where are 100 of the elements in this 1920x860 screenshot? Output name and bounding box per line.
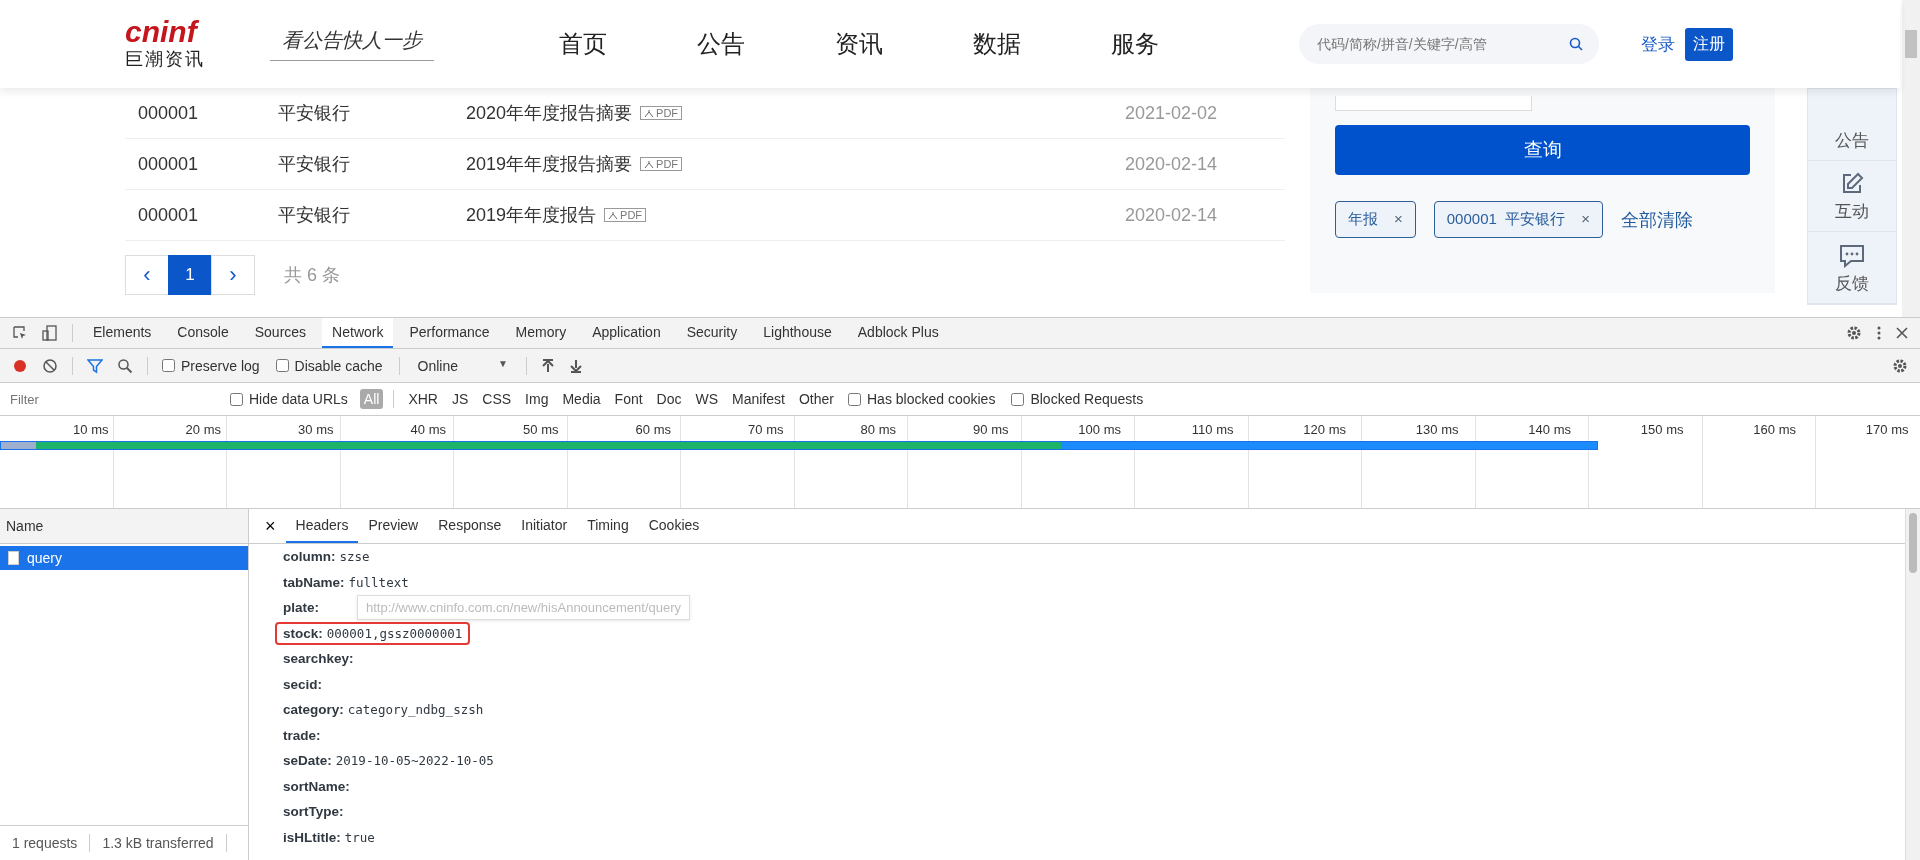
detail-tab[interactable]: Cookies <box>638 509 710 543</box>
clear-icon[interactable] <box>42 357 58 374</box>
devtools-tab[interactable]: Performance <box>399 318 500 348</box>
nav-link[interactable]: 服务 <box>1066 28 1204 60</box>
checkbox[interactable] <box>162 359 175 372</box>
type-filter-button[interactable]: Doc <box>652 389 686 409</box>
filter-tag[interactable]: 000001 平安银行 × <box>1433 201 1603 238</box>
checkbox[interactable] <box>1011 392 1025 406</box>
detail-tab[interactable]: Response <box>428 509 512 543</box>
throttling-dropdown[interactable]: Online <box>417 357 458 374</box>
nav-link[interactable]: 资讯 <box>790 28 928 60</box>
tick-label: 80 ms <box>859 421 897 437</box>
search-icon[interactable] <box>1569 37 1583 51</box>
announcement-link[interactable]: 2019年年度报告摘要 <box>466 152 633 176</box>
pdf-badge[interactable]: PDF <box>640 106 683 120</box>
checkbox[interactable] <box>275 359 289 372</box>
side-tool-item[interactable]: 互动 <box>1808 160 1896 233</box>
devtools-tab[interactable]: Network <box>322 318 394 348</box>
devtools-tab[interactable]: Elements <box>83 318 162 348</box>
form-field: searchkey: <box>275 647 362 671</box>
side-tool-item[interactable]: 公告 <box>1808 89 1896 161</box>
close-icon[interactable]: × <box>1394 210 1403 229</box>
detail-tab[interactable]: Timing <box>577 509 639 543</box>
tick-label: 70 ms <box>747 421 785 437</box>
tick-label: 170 ms <box>1864 421 1910 437</box>
request-row[interactable]: query <box>0 546 248 570</box>
record-icon[interactable] <box>12 357 28 374</box>
type-filter-button[interactable]: XHR <box>404 389 442 409</box>
checkbox[interactable] <box>848 392 861 406</box>
previous-page-button[interactable]: ‹ <box>125 255 169 295</box>
clear-all-link[interactable]: 全部清除 <box>1620 207 1693 232</box>
type-filter-button[interactable]: WS <box>691 389 723 409</box>
upload-icon[interactable] <box>540 358 555 373</box>
type-filter-button[interactable]: Img <box>521 389 553 409</box>
close-button[interactable]: × <box>255 515 286 537</box>
search-icon[interactable] <box>117 357 133 374</box>
devtools-tab[interactable]: Adblock Plus <box>847 318 949 348</box>
page-button[interactable]: 1 <box>168 255 212 295</box>
scrollbar[interactable] <box>1902 0 1920 317</box>
next-page-button[interactable]: › <box>211 255 255 295</box>
detail-tab[interactable]: Preview <box>358 509 429 543</box>
devtools-tab[interactable]: Sources <box>244 318 317 348</box>
query-button[interactable]: 查询 <box>1335 125 1750 175</box>
filter-tag[interactable]: 年报 × <box>1335 201 1416 238</box>
search-field[interactable]: 代码/简称/拼音/关键字/高管 <box>1315 35 1569 53</box>
close-icon[interactable]: × <box>1581 210 1590 229</box>
announcement-link[interactable]: 2019年年度报告 <box>466 203 597 227</box>
side-tool-item[interactable]: 反馈 <box>1808 232 1896 304</box>
checkbox-label[interactable]: Hide data URLs <box>249 391 348 407</box>
settings-icon[interactable] <box>1892 357 1908 374</box>
tick-label: 140 ms <box>1527 421 1572 437</box>
settings-icon[interactable] <box>1846 325 1862 341</box>
checkbox-label[interactable]: Blocked Requests <box>1030 391 1144 407</box>
register-button[interactable]: 注册 <box>1685 27 1733 61</box>
type-filter-button[interactable]: Other <box>795 389 838 409</box>
filter-icon[interactable] <box>87 357 103 374</box>
devtools-tab[interactable]: Console <box>167 318 239 348</box>
devtools-tab[interactable]: Application <box>582 318 671 348</box>
type-filter-button[interactable]: Media <box>558 389 605 409</box>
search-box[interactable]: 代码/简称/拼音/关键字/高管 <box>1299 24 1599 64</box>
type-filter-button[interactable]: Font <box>610 389 647 409</box>
login-link[interactable]: 登录 <box>1641 32 1675 56</box>
form-field: sortName: <box>275 774 358 798</box>
name-column-header[interactable]: Name <box>0 509 248 544</box>
caret-icon[interactable]: ▼ <box>498 357 508 374</box>
checkbox-label[interactable]: Disable cache <box>294 357 383 374</box>
close-icon[interactable] <box>1896 327 1908 339</box>
devtools-tab[interactable]: Security <box>676 318 748 348</box>
announcement-link[interactable]: 2020年年度报告摘要 <box>466 101 633 125</box>
detail-tab[interactable]: Headers <box>285 509 359 543</box>
pdf-badge[interactable]: PDF <box>640 157 683 171</box>
total-count: 共 6 条 <box>284 264 340 287</box>
nav-link[interactable]: 首页 <box>514 28 652 60</box>
download-icon[interactable] <box>568 358 583 373</box>
timeline-overview[interactable]: 10 ms 20 ms 30 ms 40 ms 50 ms 60 ms 70 ms 80 ms 90 ms 100 ms 110 ms 120 ms 130 ms 140 ms 150 ms 160 ms 170 ms <box>0 416 1920 509</box>
highlighted-form-field: stock: 000001,gssz0000001 <box>275 621 471 645</box>
tick-label: 110 ms <box>1190 421 1235 437</box>
more-options-icon[interactable] <box>1876 325 1882 341</box>
checkbox[interactable] <box>230 392 243 406</box>
type-filter-button[interactable]: CSS <box>478 389 516 409</box>
input-field[interactable] <box>1335 96 1532 111</box>
tick-label: 160 ms <box>1752 421 1797 437</box>
nav-link[interactable]: 数据 <box>928 28 1066 60</box>
pdf-badge[interactable]: PDF <box>604 208 647 222</box>
form-field: plate: <box>275 596 327 620</box>
type-filter-button[interactable]: Manifest <box>728 389 789 409</box>
table-cell-text: 000001 <box>137 204 200 226</box>
type-filter-button[interactable]: JS <box>447 389 473 409</box>
devtools-tab[interactable]: Lighthouse <box>753 318 842 348</box>
checkbox-label[interactable]: Has blocked cookies <box>867 391 996 407</box>
side-tool-label: 互动 <box>1835 201 1869 224</box>
checkbox-label[interactable]: Preserve log <box>181 357 260 374</box>
inspect-icon[interactable] <box>12 325 28 341</box>
nav-link[interactable]: 公告 <box>652 28 790 60</box>
devtools-tab[interactable]: Memory <box>505 318 577 348</box>
device-toolbar-icon[interactable] <box>42 325 58 341</box>
logo-text[interactable]: cninf <box>125 17 260 47</box>
detail-tab[interactable]: Initiator <box>511 509 578 543</box>
scrollbar[interactable] <box>1905 509 1920 860</box>
url-tooltip: http://www.cninfo.com.cn/new/hisAnnouncement/query <box>357 595 691 621</box>
